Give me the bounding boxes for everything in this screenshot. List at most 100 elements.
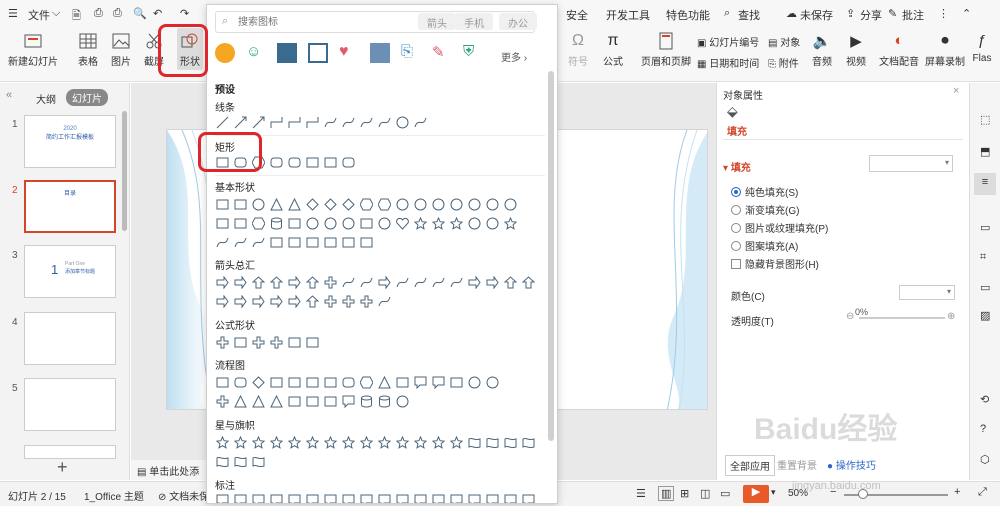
hex-shape-icon[interactable]	[359, 197, 374, 212]
circ-shape-icon[interactable]	[467, 216, 482, 231]
tri-shape-icon[interactable]	[251, 394, 266, 409]
arrU-shape-icon[interactable]	[251, 275, 266, 290]
wave-shape-icon[interactable]	[503, 435, 518, 450]
arrU-shape-icon[interactable]	[503, 275, 518, 290]
tri-shape-icon[interactable]	[269, 394, 284, 409]
rect-shape-icon[interactable]	[233, 216, 248, 231]
hamburger-icon[interactable]: ☰	[8, 7, 18, 20]
curve-shape-icon[interactable]	[359, 115, 374, 130]
rect-shape-icon[interactable]	[305, 235, 320, 250]
circ-shape-icon[interactable]	[485, 197, 500, 212]
curve-shape-icon[interactable]	[341, 115, 356, 130]
circ-shape-icon[interactable]	[431, 197, 446, 212]
plus-shape-icon[interactable]	[215, 335, 230, 350]
arrU-shape-icon[interactable]	[269, 275, 284, 290]
cyl-shape-icon[interactable]	[359, 394, 374, 409]
notes-view-icon[interactable]: ▭	[720, 487, 730, 500]
rect-shape-icon[interactable]	[305, 155, 320, 170]
tag-arrow[interactable]: 箭头	[418, 13, 456, 30]
arrR-shape-icon[interactable]	[287, 294, 302, 309]
curve-shape-icon[interactable]	[413, 275, 428, 290]
notes-toggle-icon[interactable]: ☰	[636, 487, 646, 500]
menu-devtools[interactable]: 开发工具	[606, 7, 650, 23]
tri-shape-icon[interactable]	[269, 197, 284, 212]
reset-background-button[interactable]: 重置背景	[777, 457, 817, 472]
table-button[interactable]: 表格	[78, 32, 98, 68]
call-shape-icon[interactable]	[467, 493, 482, 503]
object-button[interactable]: ▤ 对象	[768, 34, 800, 49]
tab-slides[interactable]: 幻灯片	[66, 89, 108, 106]
history-icon[interactable]: ⟲	[980, 393, 989, 406]
star-shape-icon[interactable]	[431, 435, 446, 450]
coin-icon[interactable]	[215, 43, 235, 63]
tag-phone[interactable]: 手机	[455, 13, 493, 30]
star-shape-icon[interactable]	[269, 435, 284, 450]
arrU-shape-icon[interactable]	[305, 275, 320, 290]
call-shape-icon[interactable]	[395, 493, 410, 503]
plus-shape-icon[interactable]	[341, 294, 356, 309]
tag-office[interactable]: 办公	[499, 13, 537, 30]
rrect-shape-icon[interactable]	[341, 375, 356, 390]
curve-shape-icon[interactable]	[359, 275, 374, 290]
curve-shape-icon[interactable]	[323, 115, 338, 130]
heart-icon[interactable]: ♥	[339, 43, 359, 63]
elbow-shape-icon[interactable]	[269, 115, 284, 130]
radio-solid-fill[interactable]: 纯色填充(S)	[731, 184, 798, 199]
call-shape-icon[interactable]	[431, 375, 446, 390]
add-slide-icon[interactable]: +	[57, 457, 68, 478]
rect-shape-icon[interactable]	[269, 375, 284, 390]
arrR-shape-icon[interactable]	[215, 294, 230, 309]
play-slideshow-icon[interactable]: ▶	[743, 485, 769, 503]
circ-shape-icon[interactable]	[449, 197, 464, 212]
reading-view-icon[interactable]: ◫	[700, 487, 710, 500]
formula-button[interactable]: π 公式	[603, 32, 623, 68]
arrR-shape-icon[interactable]	[215, 275, 230, 290]
menu-special[interactable]: 特色功能	[666, 7, 710, 23]
rect-shape-icon[interactable]	[305, 335, 320, 350]
star-shape-icon[interactable]	[359, 435, 374, 450]
save-icon[interactable]: 🗎	[72, 7, 81, 26]
circ-shape-icon[interactable]	[323, 216, 338, 231]
call-shape-icon[interactable]	[233, 493, 248, 503]
clipboard-icon[interactable]: ⎘	[401, 43, 421, 63]
collapse-icon[interactable]: ⌃	[962, 7, 971, 20]
curve-shape-icon[interactable]	[251, 235, 266, 250]
zoom-in-icon[interactable]: +	[954, 486, 960, 498]
color-dropdown[interactable]: ▾	[899, 285, 955, 300]
rect-shape-icon[interactable]	[287, 335, 302, 350]
tab-outline[interactable]: 大纲	[36, 91, 56, 106]
rect-shape-icon[interactable]	[359, 216, 374, 231]
tri-shape-icon[interactable]	[377, 375, 392, 390]
syringe-icon[interactable]: ✎	[432, 43, 452, 63]
star-shape-icon[interactable]	[251, 435, 266, 450]
call-shape-icon[interactable]	[449, 493, 464, 503]
call-shape-icon[interactable]	[215, 493, 230, 503]
search-input[interactable]	[238, 14, 398, 30]
curve-shape-icon[interactable]	[377, 115, 392, 130]
document-icon[interactable]	[370, 43, 390, 63]
star-shape-icon[interactable]	[305, 435, 320, 450]
rrect-shape-icon[interactable]	[269, 155, 284, 170]
properties-icon[interactable]: ≡	[974, 173, 996, 195]
doc-voice-button[interactable]: ◐ 文档配音	[879, 32, 919, 68]
style-icon[interactable]: ⬒	[980, 145, 990, 158]
preview-icon[interactable]: 🔍	[133, 7, 147, 20]
attachment-button[interactable]: ⎘ 附件	[768, 55, 799, 70]
plus-shape-icon[interactable]	[359, 294, 374, 309]
transparency-slider[interactable]	[859, 317, 945, 319]
circ-shape-icon[interactable]	[251, 197, 266, 212]
star-shape-icon[interactable]	[413, 216, 428, 231]
hex-shape-icon[interactable]	[251, 216, 266, 231]
theme-name[interactable]: 1_Office 主题	[84, 488, 144, 503]
menu-share[interactable]: 分享	[860, 7, 882, 23]
date-time-button[interactable]: ▦ 日期和时间	[697, 55, 759, 70]
sorter-view-icon[interactable]: ⊞	[680, 487, 689, 500]
arr-shape-icon[interactable]	[251, 115, 266, 130]
normal-view-icon[interactable]: ▥	[658, 486, 675, 501]
hex-shape-icon[interactable]	[359, 375, 374, 390]
star-shape-icon[interactable]	[233, 435, 248, 450]
arrR-shape-icon[interactable]	[485, 275, 500, 290]
call-shape-icon[interactable]	[485, 493, 500, 503]
dia-shape-icon[interactable]	[341, 197, 356, 212]
star-shape-icon[interactable]	[287, 435, 302, 450]
